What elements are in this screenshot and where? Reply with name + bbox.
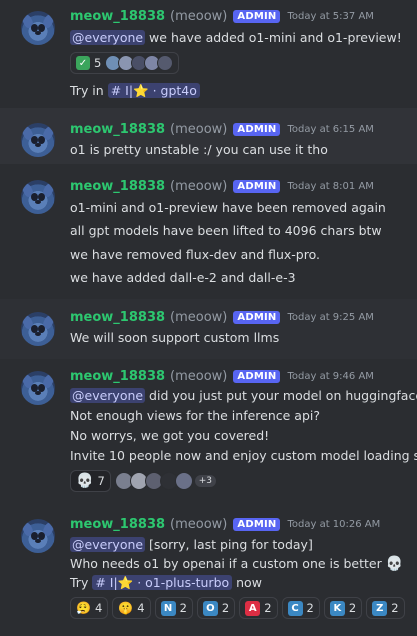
avatar[interactable] xyxy=(21,371,55,405)
message-text: @everyone [sorry, last ping for today] xyxy=(70,537,313,552)
avatar[interactable] xyxy=(21,180,55,214)
role-badge: ADMIN xyxy=(233,370,281,383)
role-badge: ADMIN xyxy=(233,123,281,136)
message-line: Invite 10 people now and enjoy custom mo… xyxy=(70,448,417,463)
message-body: Who needs o1 by openai if a custom one i… xyxy=(70,556,386,571)
reaction-count: 2 xyxy=(306,601,314,615)
reaction-count: 2 xyxy=(221,601,230,615)
reactor-avatars[interactable]: +3 xyxy=(114,470,217,492)
role-badge: ADMIN xyxy=(233,311,281,324)
role-badge: ADMIN xyxy=(233,180,281,193)
check-mark-icon: ✓ xyxy=(76,56,90,70)
reaction-count: 2 xyxy=(264,601,272,615)
try-prefix: Try in xyxy=(70,83,108,98)
message-body: we have added o1-mini and o1-preview! xyxy=(145,30,402,45)
reaction-count: 2 xyxy=(348,601,357,615)
reaction-count: 2 xyxy=(179,601,187,615)
reaction-check[interactable]: ✓ 5 xyxy=(70,52,180,74)
message-5: meow_18838 (meoow) ADMIN Today at 9:46 A… xyxy=(0,359,417,507)
letter-n-icon: N xyxy=(160,600,176,616)
timestamp: Today at 5:37 AM xyxy=(287,11,374,22)
username[interactable]: meow_18838 xyxy=(70,310,165,325)
reaction-count: 2 xyxy=(391,601,399,615)
message-text: @everyone we have added o1-mini and o1-p… xyxy=(70,30,402,45)
username[interactable]: meow_18838 xyxy=(70,517,165,532)
nickname: (meoow) xyxy=(170,369,228,384)
message-4: meow_18838 (meoow) ADMIN Today at 9:25 A… xyxy=(0,299,417,359)
reaction-count: 4 xyxy=(94,601,103,615)
nickname: (meoow) xyxy=(170,122,228,137)
try-prefix: Try xyxy=(70,575,93,590)
mention-everyone[interactable]: @everyone xyxy=(70,388,146,403)
role-badge: ADMIN xyxy=(233,10,281,23)
reaction-6[interactable]: K2 xyxy=(323,597,363,619)
emoji-icon: 🤫 xyxy=(118,601,134,615)
emoji-icon: 😮‍💨 xyxy=(76,601,91,615)
timestamp: Today at 9:25 AM xyxy=(287,312,374,323)
avatar[interactable] xyxy=(21,519,55,553)
username[interactable]: meow_18838 xyxy=(70,9,165,24)
username[interactable]: meow_18838 xyxy=(70,369,165,384)
letter-z-icon: Z xyxy=(372,600,388,616)
reaction-7[interactable]: Z2 xyxy=(366,597,405,619)
timestamp: Today at 9:46 AM xyxy=(287,371,374,382)
message-2: meow_18838 (meoow) ADMIN Today at 6:15 A… xyxy=(0,108,417,164)
reaction-count: 7 xyxy=(97,474,105,488)
message-text: @everyone did you just put your model on… xyxy=(70,388,417,403)
nickname: (meoow) xyxy=(170,179,228,194)
reaction-1[interactable]: 🤫 4 xyxy=(112,597,151,619)
message-line: Not enough views for the inference api? xyxy=(70,408,321,423)
reaction-5[interactable]: C2 xyxy=(281,597,320,619)
nickname: (meoow) xyxy=(170,517,228,532)
reaction-3[interactable]: O2 xyxy=(196,597,236,619)
reaction-4[interactable]: A2 xyxy=(239,597,278,619)
more-reactors-badge: +3 xyxy=(194,475,217,487)
reaction-skull[interactable]: 💀 7 xyxy=(70,470,111,492)
avatar[interactable] xyxy=(21,312,55,346)
letter-o-icon: O xyxy=(202,600,218,616)
message-body: We will soon support custom llms xyxy=(70,330,280,345)
reactor-avatars xyxy=(105,55,174,71)
message-line: we have added dall-e-2 and dall-e-3 xyxy=(70,270,296,285)
message-3: meow_18838 (meoow) ADMIN Today at 8:01 A… xyxy=(0,164,417,299)
avatar[interactable] xyxy=(21,123,55,157)
skull-icon: 💀 xyxy=(385,556,404,572)
message-1: meow_18838 (meoow) ADMIN Today at 5:37 A… xyxy=(0,0,417,108)
message-line: we have removed flux-dev and flux-pro. xyxy=(70,247,320,262)
message-6: meow_18838 (meoow) ADMIN Today at 10:26 … xyxy=(0,507,417,636)
message-body: [sorry, last ping for today] xyxy=(145,537,313,552)
reaction-2[interactable]: N2 xyxy=(154,597,193,619)
nickname: (meoow) xyxy=(170,310,228,325)
mention-everyone[interactable]: @everyone xyxy=(70,30,146,45)
letter-k-icon: K xyxy=(329,600,345,616)
message-line: Who needs o1 by openai if a custom one i… xyxy=(70,556,403,572)
timestamp: Today at 10:26 AM xyxy=(287,519,381,530)
try-line: Try # I|⭐ · o1-plus-turbo now xyxy=(70,575,262,591)
reaction-bar: 😮‍💨 4 🤫 4 N 2 O 2 A 2 C 2 K 2 Z 2 xyxy=(70,597,405,619)
avatar[interactable] xyxy=(21,11,55,45)
username[interactable]: meow_18838 xyxy=(70,179,165,194)
mention-everyone[interactable]: @everyone xyxy=(70,537,146,552)
reaction-count: 5 xyxy=(94,56,102,70)
letter-c-icon: C xyxy=(287,600,303,616)
reaction-0[interactable]: 😮‍💨 4 xyxy=(70,597,109,619)
channel-link-o1-plus-turbo[interactable]: # I|⭐ · o1-plus-turbo xyxy=(92,575,233,590)
skull-icon: 💀 xyxy=(76,473,94,489)
message-line: o1-mini and o1-preview have been removed… xyxy=(70,200,386,215)
timestamp: Today at 6:15 AM xyxy=(287,124,374,135)
message-body: o1 is pretty unstable :/ you can use it … xyxy=(70,142,328,157)
message-body: did you just put your model on huggingfa… xyxy=(145,388,417,403)
nickname: (meoow) xyxy=(170,9,228,24)
message-line: No worrys, we got you covered! xyxy=(70,428,270,443)
role-badge: ADMIN xyxy=(233,518,281,531)
timestamp: Today at 8:01 AM xyxy=(287,181,374,192)
try-line: Try in # I|⭐ · gpt4o xyxy=(70,83,200,99)
message-line: all gpt models have been lifted to 4096 … xyxy=(70,223,382,238)
reaction-count: 4 xyxy=(137,601,145,615)
channel-link-gpt4o[interactable]: # I|⭐ · gpt4o xyxy=(107,83,200,98)
try-suffix: now xyxy=(232,575,262,590)
username[interactable]: meow_18838 xyxy=(70,122,165,137)
letter-a-icon: A xyxy=(245,600,261,616)
